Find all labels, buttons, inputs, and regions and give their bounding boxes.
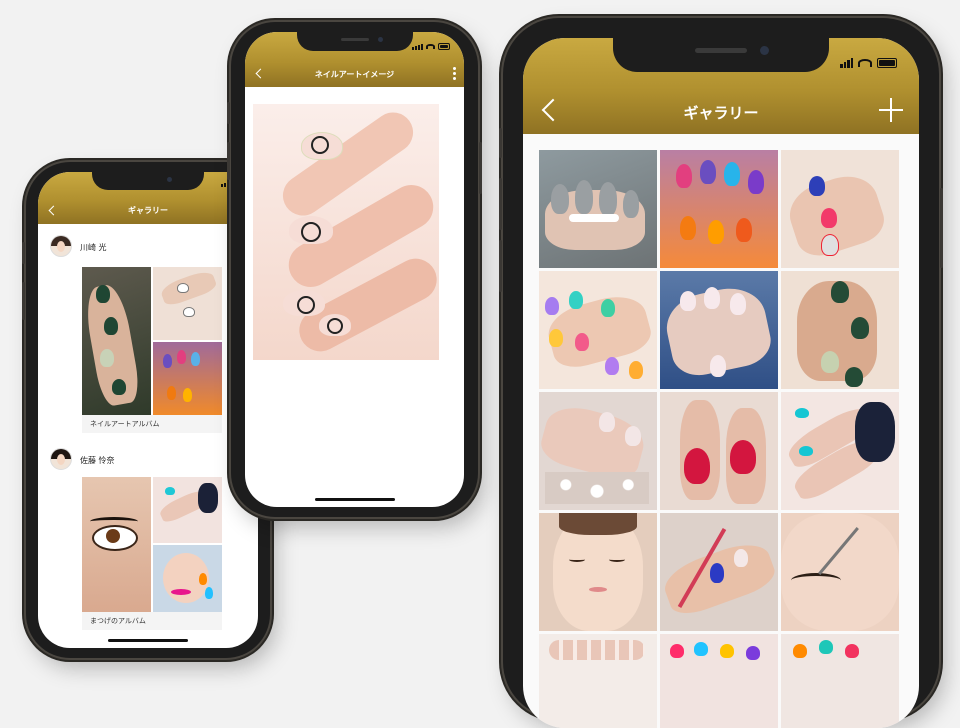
album-photo — [82, 477, 151, 612]
album-collage[interactable] — [82, 267, 222, 415]
gallery-photo[interactable] — [781, 513, 899, 631]
status-bar-middle — [412, 43, 450, 50]
gallery-photo[interactable] — [539, 513, 657, 631]
gallery-photo[interactable] — [781, 150, 899, 268]
avatar[interactable] — [50, 235, 72, 257]
signal-icon — [412, 43, 423, 50]
nail-art-photo[interactable] — [253, 104, 439, 360]
gallery-photo[interactable] — [660, 150, 778, 268]
home-indicator[interactable] — [108, 639, 188, 642]
album-photo — [153, 342, 222, 415]
home-indicator[interactable] — [314, 498, 395, 501]
battery-icon — [877, 58, 897, 68]
gallery-photo[interactable] — [660, 392, 778, 510]
more-vertical-icon[interactable] — [453, 67, 456, 80]
notch-middle — [296, 32, 413, 51]
nav-title-middle: ネイルアートイメージ — [314, 69, 395, 79]
gallery-photo[interactable] — [539, 392, 657, 510]
album-photo — [153, 545, 222, 612]
plus-icon[interactable] — [879, 98, 903, 122]
gallery-photo[interactable] — [539, 271, 657, 389]
phone-middle: ネイルアートイメージ — [227, 22, 482, 517]
gallery-photo[interactable] — [781, 634, 899, 728]
album-title[interactable]: まつげのアルバム — [82, 612, 222, 630]
user-name[interactable]: 川崎 光 — [80, 242, 107, 253]
phone-right: ギャラリー — [499, 18, 943, 728]
gallery-photo[interactable] — [539, 634, 657, 728]
nav-title-right: ギャラリー — [683, 104, 759, 122]
nav-title-left: ギャラリー — [128, 205, 168, 215]
wifi-icon — [858, 59, 872, 67]
gallery-photo[interactable] — [781, 392, 899, 510]
notch-right — [613, 38, 829, 72]
screen-middle: ネイルアートイメージ — [245, 32, 464, 507]
gallery-photo[interactable] — [660, 513, 778, 631]
screen-right: ギャラリー — [523, 38, 919, 728]
avatar[interactable] — [50, 448, 72, 470]
user-name[interactable]: 佐藤 怜奈 — [80, 455, 115, 466]
gallery-photo[interactable] — [539, 150, 657, 268]
gallery-photo[interactable] — [781, 271, 899, 389]
status-bar-right — [840, 58, 897, 68]
screen-left: ギャラリー 川崎 光 ネイルアートアルバム 佐藤 怜奈 まつげのアルバム — [38, 172, 258, 648]
signal-icon — [840, 58, 853, 68]
wifi-icon — [426, 44, 435, 49]
album-collage[interactable] — [82, 477, 222, 612]
gallery-photo[interactable] — [660, 271, 778, 389]
gallery-photo[interactable] — [660, 634, 778, 728]
battery-icon — [438, 43, 450, 50]
album-photo — [82, 267, 151, 415]
notch-left — [92, 172, 204, 190]
gallery-grid — [539, 150, 899, 728]
album-photo — [153, 477, 222, 543]
album-photo — [153, 267, 222, 340]
album-title[interactable]: ネイルアートアルバム — [82, 415, 222, 433]
